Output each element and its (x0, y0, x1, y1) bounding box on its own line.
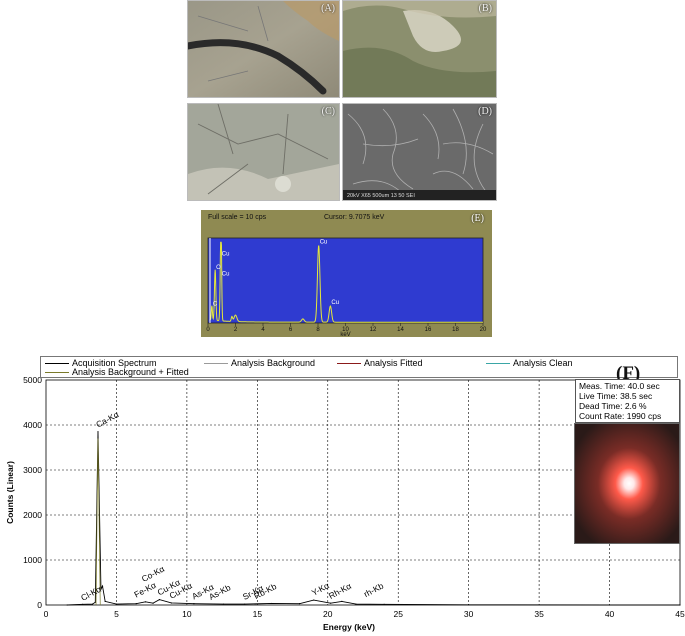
y-tick-label: 3000 (23, 465, 42, 475)
data-point (329, 602, 332, 604)
legend-swatch (486, 363, 510, 365)
legend-swatch (45, 372, 69, 374)
laser-spot-inset-photo (574, 423, 680, 544)
chart-legend: Acquisition Spectrum Analysis Background A… (40, 356, 678, 378)
legend-entry: Analysis Background (204, 358, 315, 368)
peak-annotation: Rh-Kα (327, 581, 353, 601)
data-point (97, 431, 99, 433)
x-tick-label: 45 (675, 609, 685, 619)
x-tick-label: 15 (253, 609, 263, 619)
data-point (101, 585, 104, 587)
laser-spot-image (575, 424, 679, 543)
data-point (115, 603, 118, 605)
y-tick-label: 4000 (23, 420, 42, 430)
legend-entry: Analysis Fitted (337, 358, 423, 368)
x-axis-label: Energy (keV) (323, 622, 375, 632)
measurement-info-box: Meas. Time: 40.0 sec Live Time: 38.5 sec… (575, 379, 680, 423)
legend-label: Analysis Fitted (364, 358, 423, 368)
legend-label: Analysis Clean (513, 358, 573, 368)
x-tick-label: 30 (464, 609, 474, 619)
data-point (355, 603, 357, 605)
data-point (158, 599, 161, 601)
legend-swatch (337, 363, 361, 365)
data-point (82, 603, 84, 605)
data-point (222, 603, 225, 605)
count-rate: Count Rate: 1990 cps (579, 411, 662, 421)
x-tick-label: 35 (534, 609, 544, 619)
data-point (341, 600, 343, 603)
data-point (152, 602, 154, 604)
legend-swatch (204, 363, 228, 365)
y-tick-label: 1000 (23, 555, 42, 565)
legend-label: Analysis Background (231, 358, 316, 368)
data-point (193, 603, 195, 605)
data-point (679, 604, 681, 606)
data-point (299, 603, 301, 605)
legend-entry: Analysis Clean (486, 358, 573, 368)
dead-time: Dead Time: 2.6 % (579, 401, 647, 411)
data-point (608, 604, 611, 606)
x-tick-label: 40 (605, 609, 615, 619)
data-point (244, 603, 246, 605)
x-tick-label: 5 (114, 609, 119, 619)
peak-annotation: Cl-Kα (79, 584, 103, 603)
data-point (144, 601, 147, 603)
x-tick-label: 20 (323, 609, 333, 619)
x-tick-label: 10 (182, 609, 192, 619)
live-time: Live Time: 38.5 sec (579, 391, 653, 401)
data-point (135, 603, 137, 605)
data-point (468, 604, 470, 606)
meas-time: Meas. Time: 40.0 sec (579, 381, 660, 391)
legend-label: Analysis Background + Fitted (72, 367, 189, 377)
data-point (383, 603, 385, 605)
y-tick-label: 0 (37, 600, 42, 610)
peak-annotation: Ca-Kα (94, 409, 120, 429)
data-point (170, 602, 172, 604)
legend-swatch (45, 363, 69, 365)
peak-annotation: rh-Kb (362, 580, 385, 599)
data-point (91, 603, 94, 605)
data-point (313, 599, 315, 601)
data-point (270, 602, 273, 605)
data-point (66, 604, 68, 606)
x-tick-label: 0 (44, 609, 49, 619)
legend-entry: Analysis Background + Fitted (45, 367, 189, 377)
data-point (104, 600, 106, 603)
y-tick-label: 2000 (23, 510, 42, 520)
y-axis-label: Counts (Linear) (5, 461, 15, 524)
x-tick-label: 25 (393, 609, 403, 619)
